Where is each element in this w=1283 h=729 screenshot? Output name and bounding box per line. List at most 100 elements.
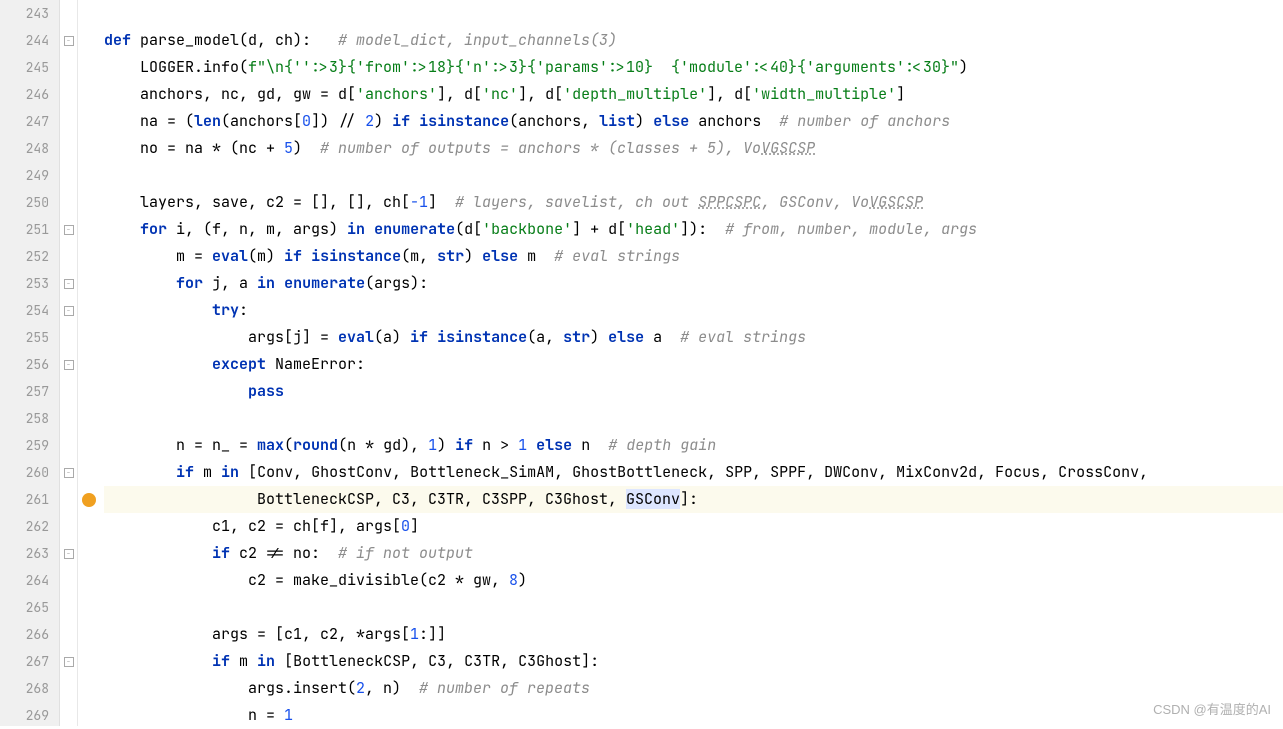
fold-marker [60, 486, 77, 513]
fold-marker [60, 432, 77, 459]
fold-marker [60, 702, 77, 729]
code-line[interactable]: except NameError: [104, 351, 1283, 378]
code-line[interactable]: if m in [Conv, GhostConv, Bottleneck_Sim… [104, 459, 1283, 486]
line-number-gutter: 2432442452462472482492502512522532542552… [0, 0, 60, 726]
fold-marker[interactable]: − [60, 648, 77, 675]
icon-cell [78, 351, 100, 378]
icon-cell [78, 567, 100, 594]
fold-marker [60, 135, 77, 162]
icon-cell [78, 621, 100, 648]
code-line[interactable]: n = n_ = max(round(n * gd), 1) if n > 1 … [104, 432, 1283, 459]
code-line[interactable]: anchors, nc, gd, gw = d['anchors'], d['n… [104, 81, 1283, 108]
icon-cell [78, 594, 100, 621]
code-line[interactable] [104, 0, 1283, 27]
line-number: 257 [0, 378, 49, 405]
code-line[interactable]: args[j] = eval(a) if isinstance(a, str) … [104, 324, 1283, 351]
fold-marker [60, 594, 77, 621]
line-number: 251 [0, 216, 49, 243]
fold-marker [60, 513, 77, 540]
icon-cell [78, 702, 100, 729]
line-number: 258 [0, 405, 49, 432]
icon-cell [78, 243, 100, 270]
line-number: 246 [0, 81, 49, 108]
code-line[interactable]: for i, (f, n, m, args) in enumerate(d['b… [104, 216, 1283, 243]
line-number: 261 [0, 486, 49, 513]
icon-cell [78, 0, 100, 27]
fold-column[interactable]: −−−−−−−− [60, 0, 78, 726]
code-line[interactable]: no = na * (nc + 5) # number of outputs =… [104, 135, 1283, 162]
code-line[interactable]: c1, c2 = ch[f], args[0] [104, 513, 1283, 540]
line-number: 259 [0, 432, 49, 459]
code-line[interactable]: for j, a in enumerate(args): [104, 270, 1283, 297]
code-line[interactable] [104, 405, 1283, 432]
icon-cell [78, 27, 100, 54]
line-number: 244 [0, 27, 49, 54]
icon-cell [78, 405, 100, 432]
fold-marker[interactable]: − [60, 297, 77, 324]
fold-marker [60, 621, 77, 648]
code-line[interactable]: m = eval(m) if isinstance(m, str) else m… [104, 243, 1283, 270]
line-number: 264 [0, 567, 49, 594]
line-number: 245 [0, 54, 49, 81]
icon-cell [78, 432, 100, 459]
code-line[interactable]: args.insert(2, n) # number of repeats [104, 675, 1283, 702]
code-line[interactable]: LOGGER.info(f"\n{'':>3}{'from':>18}{'n':… [104, 54, 1283, 81]
line-number: 250 [0, 189, 49, 216]
fold-marker [60, 405, 77, 432]
code-line[interactable]: layers, save, c2 = [], [], ch[-1] # laye… [104, 189, 1283, 216]
code-area[interactable]: def parse_model(d, ch): # model_dict, in… [100, 0, 1283, 726]
code-line[interactable] [104, 162, 1283, 189]
code-editor[interactable]: 2432442452462472482492502512522532542552… [0, 0, 1283, 726]
icon-cell [78, 162, 100, 189]
fold-marker[interactable]: − [60, 540, 77, 567]
icon-cell [78, 297, 100, 324]
fold-marker [60, 567, 77, 594]
line-number: 252 [0, 243, 49, 270]
fold-marker[interactable]: − [60, 27, 77, 54]
fold-marker[interactable]: − [60, 270, 77, 297]
icon-cell [78, 189, 100, 216]
fold-marker [60, 675, 77, 702]
code-line[interactable]: na = (len(anchors[0]) // 2) if isinstanc… [104, 108, 1283, 135]
watermark: CSDN @有温度的AI [1153, 699, 1271, 718]
code-line[interactable]: def parse_model(d, ch): # model_dict, in… [104, 27, 1283, 54]
icon-cell [78, 54, 100, 81]
line-number: 249 [0, 162, 49, 189]
code-line[interactable]: c2 = make_divisible(c2 * gw, 8) [104, 567, 1283, 594]
line-number: 262 [0, 513, 49, 540]
line-number: 253 [0, 270, 49, 297]
fold-marker [60, 162, 77, 189]
fold-marker [60, 81, 77, 108]
code-line[interactable]: if c2 != no: # if not output [104, 540, 1283, 567]
lightbulb-icon[interactable] [78, 486, 100, 513]
icon-cell [78, 459, 100, 486]
line-number: 254 [0, 297, 49, 324]
code-line[interactable]: pass [104, 378, 1283, 405]
line-number: 255 [0, 324, 49, 351]
line-number: 265 [0, 594, 49, 621]
fold-marker [60, 324, 77, 351]
code-line[interactable]: if m in [BottleneckCSP, C3, C3TR, C3Ghos… [104, 648, 1283, 675]
icon-cell [78, 135, 100, 162]
code-line[interactable] [104, 594, 1283, 621]
icon-cell [78, 108, 100, 135]
line-number: 269 [0, 702, 49, 729]
fold-marker [60, 108, 77, 135]
code-line[interactable]: n = 1 [104, 702, 1283, 729]
icon-cell [78, 540, 100, 567]
icon-cell [78, 270, 100, 297]
fold-marker[interactable]: − [60, 459, 77, 486]
icon-column [78, 0, 100, 726]
line-number: 247 [0, 108, 49, 135]
line-number: 248 [0, 135, 49, 162]
code-line[interactable]: BottleneckCSP, C3, C3TR, C3SPP, C3Ghost,… [104, 486, 1283, 513]
fold-marker[interactable]: − [60, 216, 77, 243]
code-line[interactable]: try: [104, 297, 1283, 324]
line-number: 268 [0, 675, 49, 702]
line-number: 266 [0, 621, 49, 648]
fold-marker [60, 243, 77, 270]
code-line[interactable]: args = [c1, c2, *args[1:]] [104, 621, 1283, 648]
fold-marker[interactable]: − [60, 351, 77, 378]
icon-cell [78, 675, 100, 702]
icon-cell [78, 216, 100, 243]
